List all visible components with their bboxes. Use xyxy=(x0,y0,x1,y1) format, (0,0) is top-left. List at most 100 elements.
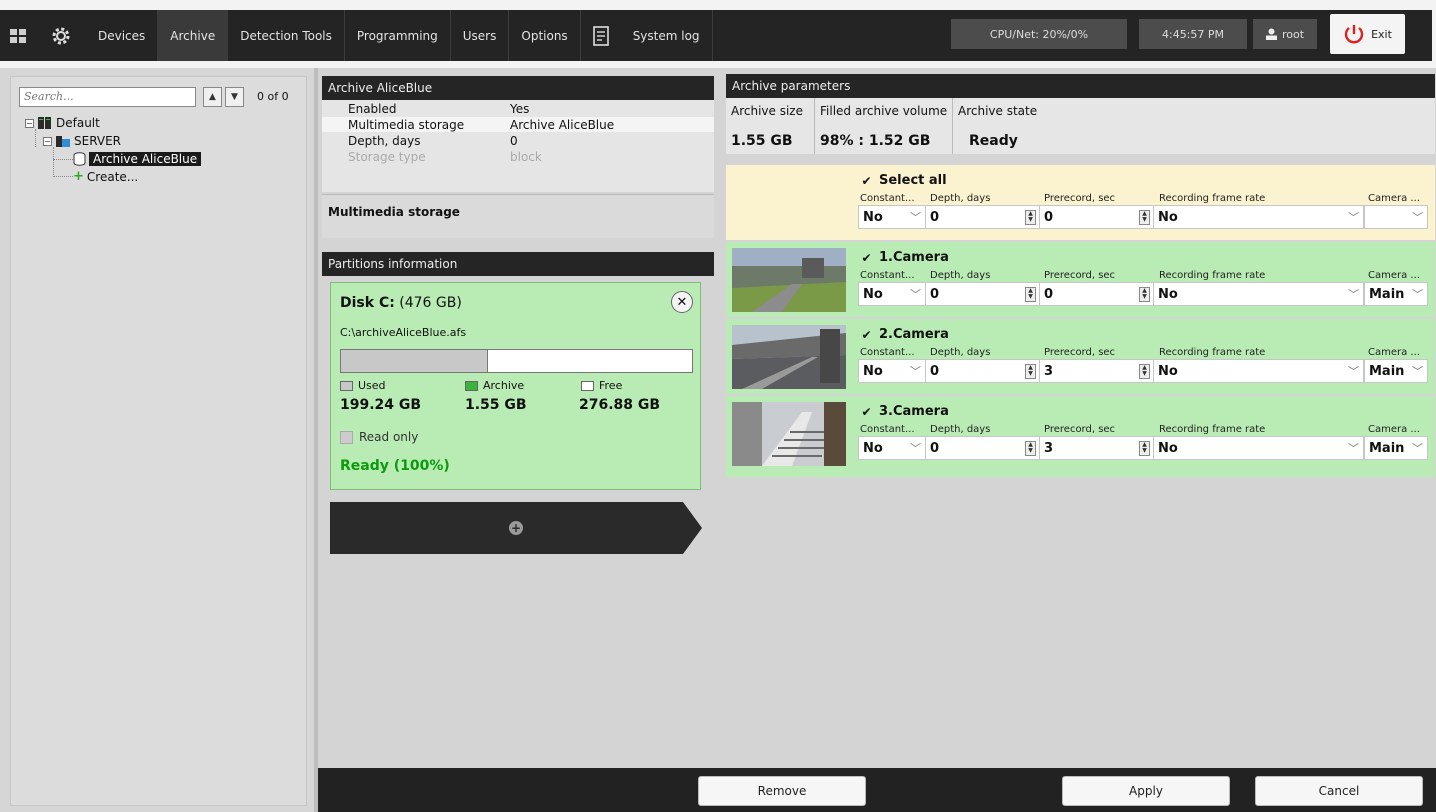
collapse-icon[interactable]: − xyxy=(25,118,34,128)
chevron-down-icon: ﹀ xyxy=(1412,365,1423,378)
field-label: Prerecord, sec xyxy=(1044,193,1116,204)
depth-spinbox[interactable]: 0 ▲ ▼ xyxy=(925,359,1040,383)
prop-value: Yes xyxy=(510,101,530,116)
apply-button[interactable]: Apply xyxy=(1062,776,1230,806)
menu-devices[interactable]: Devices xyxy=(86,10,159,61)
spinner-icon: ▲ ▼ xyxy=(1139,364,1150,379)
used-value: 199.24 GB xyxy=(340,397,422,413)
disk-card: Disk C: (476 GB) ✕ C:\archiveAliceBlue.a… xyxy=(330,282,701,490)
search-input[interactable]: Search... xyxy=(19,87,196,107)
stream-select[interactable]: ﹀ xyxy=(1364,205,1428,229)
prop-key: Enabled xyxy=(348,101,397,116)
stream-select[interactable]: Main ﹀ xyxy=(1364,436,1428,460)
row-name: 2.Camera xyxy=(879,327,949,342)
prerecord-spinbox[interactable]: 0 ▲ ▼ xyxy=(1039,282,1154,306)
prop-key: Multimedia storage xyxy=(348,117,465,132)
prop-enabled[interactable]: Enabled Yes xyxy=(322,101,714,116)
field-label: Prerecord, sec xyxy=(1044,270,1116,281)
menu-system-log[interactable]: System log xyxy=(621,10,713,61)
constant-select[interactable]: No ﹀ xyxy=(858,359,926,383)
add-icon: + xyxy=(73,169,84,184)
col-header: Archive size xyxy=(731,104,803,118)
row-name: Select all xyxy=(879,173,947,188)
server-group-icon xyxy=(38,117,51,129)
prerecord-spinbox[interactable]: 3 ▲ ▼ xyxy=(1039,359,1154,383)
chevron-down-icon: ﹀ xyxy=(1348,211,1359,224)
camera-thumbnail xyxy=(732,325,846,389)
search-prev-button[interactable]: ▲ xyxy=(203,87,222,107)
check-icon: ✔ xyxy=(861,250,872,265)
search-counter: 0 of 0 xyxy=(257,90,289,103)
menu-users[interactable]: Users xyxy=(451,10,510,61)
framerate-select[interactable]: No ﹀ xyxy=(1153,359,1364,383)
disk-name: Disk C: xyxy=(340,295,395,311)
spinner-icon: ▲ ▼ xyxy=(1025,287,1036,302)
menu-archive[interactable]: Archive xyxy=(158,10,229,61)
user-badge[interactable]: root xyxy=(1253,19,1317,49)
camera-checkbox[interactable]: ✔ 2.Camera xyxy=(860,327,949,342)
depth-spinbox[interactable]: 0 ▲ ▼ xyxy=(925,205,1040,229)
spinner-icon: ▲ ▼ xyxy=(1139,287,1150,302)
system-log-icon[interactable] xyxy=(581,10,621,61)
field-label: Depth, days xyxy=(930,347,991,358)
disk-used-fill xyxy=(341,350,489,372)
stream-select[interactable]: Main ﹀ xyxy=(1364,359,1428,383)
property-grid: Enabled Yes Multimedia storage Archive A… xyxy=(322,100,714,192)
constant-select[interactable]: No ﹀ xyxy=(858,205,926,229)
tree-node-create[interactable]: + Create... xyxy=(73,169,138,184)
filled-volume-cell: Filled archive volume 98% : 1.52 GB xyxy=(815,98,953,154)
layouts-grid-icon[interactable] xyxy=(0,10,36,61)
constant-select[interactable]: No ﹀ xyxy=(858,282,926,306)
cancel-button[interactable]: Cancel xyxy=(1255,776,1423,806)
chevron-down-icon: ﹀ xyxy=(1412,442,1423,455)
tree-node-archive[interactable]: Archive AliceBlue xyxy=(73,152,202,166)
field-label: Constant... xyxy=(860,347,915,358)
prerecord-spinbox[interactable]: 3 ▲ ▼ xyxy=(1039,436,1154,460)
add-icon: + xyxy=(509,521,523,535)
menu-programming[interactable]: Programming xyxy=(345,10,451,61)
menu-detection-tools[interactable]: Detection Tools xyxy=(228,10,345,61)
exit-button[interactable]: Exit xyxy=(1330,14,1405,54)
main-menu-bar: Devices Archive Detection Tools Programm… xyxy=(0,10,1432,61)
tree-node-default[interactable]: − Default xyxy=(25,116,100,130)
col-header: Filled archive volume xyxy=(820,104,948,118)
camera-checkbox[interactable]: ✔ 3.Camera xyxy=(860,404,948,419)
framerate-select[interactable]: No ﹀ xyxy=(1153,205,1364,229)
constant-select[interactable]: No ﹀ xyxy=(858,436,926,460)
add-partition-button[interactable]: + xyxy=(330,502,702,554)
disk-size: (476 GB) xyxy=(399,295,462,311)
prop-multimedia-storage[interactable]: Multimedia storage Archive AliceBlue xyxy=(322,117,714,132)
row-name: 1.Camera xyxy=(879,250,949,265)
read-only-checkbox[interactable] xyxy=(340,431,353,444)
remove-disk-close-icon[interactable]: ✕ xyxy=(671,291,693,313)
server-icon xyxy=(56,136,70,147)
depth-spinbox[interactable]: 0 ▲ ▼ xyxy=(925,282,1040,306)
camera-row: ✔ 2.Camera Constant... Depth, days Prerec… xyxy=(726,319,1435,395)
field-label: Recording frame rate xyxy=(1159,347,1266,358)
search-next-button[interactable]: ▼ xyxy=(225,87,244,107)
collapse-icon[interactable]: − xyxy=(43,136,52,146)
camera-checkbox[interactable]: ✔ 1.Camera xyxy=(860,250,949,265)
gear-icon[interactable] xyxy=(36,10,86,61)
camera-row: ✔ 3.Camera Constant... Depth, days Prerec… xyxy=(726,396,1435,478)
menu-options[interactable]: Options xyxy=(509,10,581,61)
partitions-panel: Partitions information Disk C: (476 GB) … xyxy=(318,250,714,770)
chevron-down-icon: ﹀ xyxy=(1412,211,1423,224)
stream-select[interactable]: Main ﹀ xyxy=(1364,282,1428,306)
select-all-row: ✔ Select all Constant... Depth, days Prer… xyxy=(726,165,1435,241)
remove-button[interactable]: Remove xyxy=(698,776,866,806)
field-label: Prerecord, sec xyxy=(1044,424,1116,435)
framerate-select[interactable]: No ﹀ xyxy=(1153,282,1364,306)
check-icon: ✔ xyxy=(861,173,872,188)
depth-spinbox[interactable]: 0 ▲ ▼ xyxy=(925,436,1040,460)
prop-storage-type: Storage type block xyxy=(322,149,714,164)
field-label: Recording frame rate xyxy=(1159,270,1266,281)
tree-node-server[interactable]: − SERVER xyxy=(43,134,121,148)
archive-state-cell: Archive state Ready xyxy=(953,98,1435,154)
tree-label-create: Create... xyxy=(86,169,139,184)
framerate-select[interactable]: No ﹀ xyxy=(1153,436,1364,460)
prerecord-spinbox[interactable]: 0 ▲ ▼ xyxy=(1039,205,1154,229)
select-all-checkbox[interactable]: ✔ Select all xyxy=(860,173,947,188)
prop-depth[interactable]: Depth, days 0 xyxy=(322,133,714,148)
archive-params-table: Archive size 1.55 GB Filled archive volu… xyxy=(726,98,1435,154)
